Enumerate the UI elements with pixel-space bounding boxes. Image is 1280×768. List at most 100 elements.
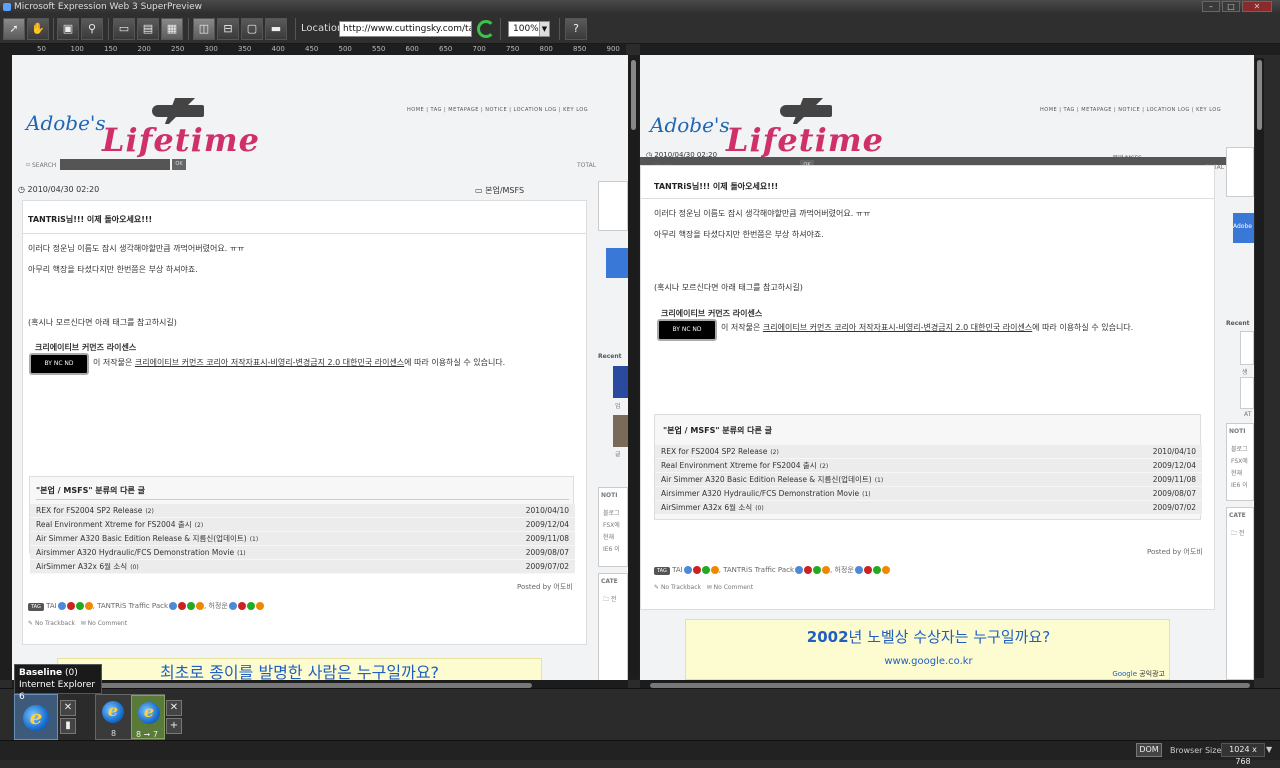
ad-url[interactable]: www.google.co.kr: [686, 656, 1171, 667]
related-row[interactable]: Airsimmer A320 Hydraulic/FCS Demonstrati…: [655, 487, 1202, 501]
side-by-side-icon[interactable]: ▤: [137, 18, 159, 40]
emoji-icon: [683, 566, 692, 574]
related-title-link[interactable]: Real Environment Xtreme for FS2004 출시: [36, 520, 192, 529]
related-row[interactable]: Real Environment Xtreme for FS2004 출시 (2)…: [655, 459, 1202, 473]
post-card: TANTRiS님!!! 이제 돌아오세요!!! 이러다 정운님 이름도 잠시 생…: [22, 200, 587, 645]
related-row[interactable]: Air Simmer A320 Basic Edition Release & …: [30, 532, 575, 546]
overlay-icon[interactable]: ▭: [113, 18, 135, 40]
chevron-down-icon[interactable]: ▼: [1266, 745, 1272, 754]
folder-icon[interactable]: 🗀 전: [1231, 528, 1244, 539]
recent-thumb[interactable]: [1240, 331, 1254, 365]
scroll-thumb[interactable]: [631, 60, 636, 130]
recent-caption[interactable]: AT: [1244, 411, 1251, 418]
split-icon[interactable]: ▦: [161, 18, 183, 40]
cc-license-icon[interactable]: BY NC ND: [657, 319, 717, 341]
dom-button[interactable]: DOM: [1136, 743, 1162, 757]
related-row[interactable]: Air Simmer A320 Basic Edition Release & …: [655, 473, 1202, 487]
comparison-preview-pane[interactable]: HOME | TAG | METAPAGE | NOTICE | LOCATIO…: [640, 55, 1254, 680]
minimize-button[interactable]: –: [1202, 1, 1220, 12]
ad-banner[interactable]: 2002년 노벨상 수상자는 누구일까요? www.google.co.kr G…: [685, 619, 1170, 680]
recent-caption[interactable]: 생: [1242, 367, 1248, 376]
left-vertical-scrollbar[interactable]: [629, 58, 638, 678]
related-posts-box: "본업 / MSFS" 분류의 다른 글 REX for FS2004 SP2 …: [29, 476, 575, 574]
related-row[interactable]: REX for FS2004 SP2 Release (2) 2010/04/10: [655, 445, 1202, 459]
ad-headline[interactable]: 2002년 노벨상 수상자는 누구일까요?: [686, 626, 1171, 647]
license-title: 크리에이티브 커먼즈 라이센스: [35, 343, 137, 352]
related-row[interactable]: Real Environment Xtreme for FS2004 출시 (2)…: [30, 518, 575, 532]
remove-comparison-button[interactable]: ✕: [166, 700, 182, 716]
fullwidth-icon[interactable]: ▬: [265, 18, 287, 40]
related-row[interactable]: REX for FS2004 SP2 Release (2) 2010/04/10: [30, 504, 575, 518]
comparison-browser-active[interactable]: e 8 ➞ 7: [131, 695, 165, 739]
related-title-link[interactable]: Air Simmer A320 Basic Edition Release & …: [661, 475, 872, 484]
trackback-link[interactable]: No Trackback: [661, 584, 701, 591]
baseline-preview-pane[interactable]: HOME | TAG | METAPAGE | NOTICE | LOCATIO…: [12, 55, 628, 680]
airplane-logo-icon: [780, 105, 832, 117]
hand-icon[interactable]: ✋: [27, 18, 49, 40]
comment-link[interactable]: No Comment: [714, 584, 753, 591]
site-nav[interactable]: HOME | TAG | METAPAGE | NOTICE | LOCATIO…: [1040, 107, 1221, 113]
related-title-link[interactable]: Airsimmer A320 Hydraulic/FCS Demonstrati…: [661, 489, 859, 498]
maximize-button[interactable]: □: [1222, 1, 1240, 12]
related-row[interactable]: AirSimmer A32x 6월 소식 (0) 2009/07/02: [30, 560, 575, 574]
baseline-options-button[interactable]: ▮: [60, 718, 76, 734]
recent-thumb[interactable]: [613, 415, 628, 447]
related-row[interactable]: AirSimmer A32x 6월 소식 (0) 2009/07/02: [655, 501, 1202, 515]
vertical-split-icon[interactable]: ◫: [193, 18, 215, 40]
search-ok-button[interactable]: OK: [172, 159, 186, 170]
related-title-link[interactable]: Airsimmer A320 Hydraulic/FCS Demonstrati…: [36, 548, 234, 557]
add-browser-button[interactable]: +: [166, 718, 182, 734]
emoji-icon: [84, 602, 93, 610]
related-title-link[interactable]: AirSimmer A32x 6월 소식: [36, 562, 127, 571]
single-icon[interactable]: ▢: [241, 18, 263, 40]
related-title-link[interactable]: Air Simmer A320 Basic Edition Release & …: [36, 534, 247, 543]
scroll-thumb[interactable]: [1257, 60, 1262, 130]
site-nav[interactable]: HOME | TAG | METAPAGE | NOTICE | LOCATIO…: [407, 107, 588, 113]
tag-link[interactable]: TAI: [672, 566, 683, 574]
right-vertical-scrollbar[interactable]: [1255, 58, 1264, 678]
horizontal-split-icon[interactable]: ⊟: [217, 18, 239, 40]
recent-caption[interactable]: 글: [615, 449, 621, 458]
browser-size-value[interactable]: 1024 x 768: [1221, 743, 1265, 766]
post-category[interactable]: ▭ 본업/MSFS: [475, 185, 524, 196]
zoom-select[interactable]: 100% ▼: [508, 21, 550, 37]
license-link[interactable]: 크리에이티브 커먼즈 코리아 저작자표시-비영리-변경금지 2.0 대한민국 라…: [763, 323, 1032, 332]
sidebar-banner[interactable]: Adobe: [1233, 213, 1254, 243]
recent-thumb[interactable]: [1240, 377, 1254, 409]
ad-banner[interactable]: 최초로 종이를 발명한 사람은 누구일까요?: [57, 658, 542, 680]
related-title-link[interactable]: AirSimmer A32x 6월 소식: [661, 503, 752, 512]
close-button[interactable]: ✕: [1242, 1, 1272, 12]
related-count: (2): [770, 449, 779, 456]
related-title-link[interactable]: Real Environment Xtreme for FS2004 출시: [661, 461, 817, 470]
cc-license-icon[interactable]: BY NC ND: [29, 353, 89, 375]
related-posts-box: "본업 / MSFS" 분류의 다른 글 REX for FS2004 SP2 …: [654, 414, 1202, 520]
license-link[interactable]: 크리에이티브 커먼즈 코리아 저작자표시-비영리-변경금지 2.0 대한민국 라…: [135, 358, 404, 367]
comment-link[interactable]: No Comment: [88, 620, 127, 627]
trackback-link[interactable]: No Trackback: [35, 620, 75, 627]
tag-link[interactable]: , TANTRiS Traffic Pack: [719, 566, 794, 574]
sidebar-banner[interactable]: [606, 248, 628, 278]
location-input[interactable]: http://www.cuttingsky.com/tatter_bl: [339, 21, 472, 37]
emoji-icon: [196, 602, 205, 610]
tag-link[interactable]: , 허정운: [830, 566, 854, 574]
comparison-browser-slot[interactable]: e 8 e 8 ➞ 7: [95, 694, 165, 740]
related-title-link[interactable]: REX for FS2004 SP2 Release: [36, 506, 142, 515]
folder-icon[interactable]: 🗀 전: [603, 594, 616, 605]
recent-caption[interactable]: 업: [615, 401, 621, 410]
tag-link[interactable]: , 허정운: [204, 602, 228, 610]
related-row[interactable]: Airsimmer A320 Hydraulic/FCS Demonstrati…: [30, 546, 575, 560]
refresh-icon[interactable]: [477, 20, 495, 38]
search-input[interactable]: [60, 159, 170, 170]
chevron-down-icon[interactable]: ▼: [539, 22, 549, 36]
tag-link[interactable]: TAI: [46, 602, 57, 610]
tag-link[interactable]: , TANTRiS Traffic Pack: [93, 602, 168, 610]
related-title-link[interactable]: REX for FS2004 SP2 Release: [661, 447, 767, 456]
recent-thumb[interactable]: [613, 366, 628, 398]
page-size-icon[interactable]: ▣: [57, 18, 79, 40]
related-date: 2009/08/07: [1152, 489, 1196, 498]
ruler-mark: 200: [137, 45, 151, 53]
related-count: (2): [819, 463, 829, 470]
help-icon[interactable]: ?: [565, 18, 587, 40]
highlight-icon[interactable]: ⚲: [81, 18, 103, 40]
pointer-icon[interactable]: ➚: [3, 18, 25, 40]
